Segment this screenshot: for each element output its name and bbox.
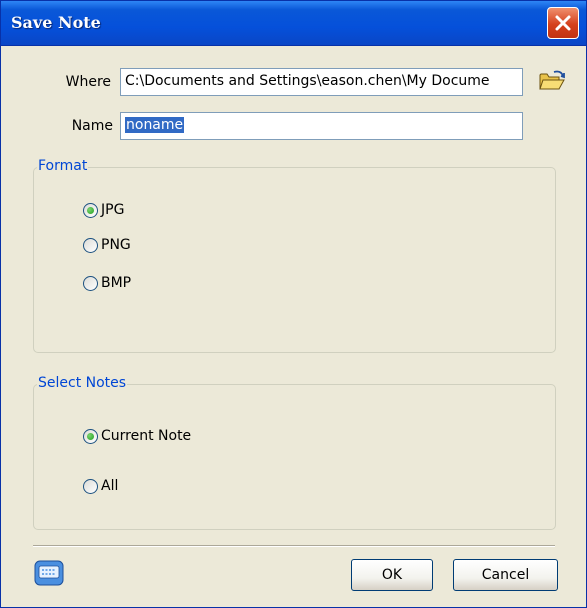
name-field[interactable]: noname (120, 112, 523, 140)
format-group (33, 167, 556, 353)
format-png-radio[interactable]: PNG (83, 237, 131, 253)
radio-circle (83, 202, 98, 218)
name-field-value: noname (125, 117, 185, 133)
radio-circle (83, 478, 98, 494)
all-notes-radio[interactable]: All (83, 478, 118, 494)
select-notes-group-title: Select Notes (37, 375, 128, 391)
all-notes-label: All (101, 478, 119, 494)
format-jpg-radio[interactable]: JPG (83, 202, 124, 218)
title-bar: Save Note (1, 1, 586, 46)
dialog-title: Save Note (11, 13, 101, 32)
name-label: Name (71, 118, 113, 134)
radio-circle (83, 428, 98, 444)
keyboard-icon (34, 560, 64, 586)
ok-button[interactable]: OK (351, 559, 433, 591)
cancel-button[interactable]: Cancel (453, 559, 558, 591)
save-note-dialog: Save Note Where C:\Documents and Setting… (0, 0, 587, 608)
format-png-label: PNG (101, 237, 131, 253)
footer-separator (33, 545, 555, 547)
current-note-radio[interactable]: Current Note (83, 428, 191, 444)
where-label: Where (65, 74, 111, 90)
close-button[interactable] (547, 7, 579, 39)
where-field-value: C:\Documents and Settings\eason.chen\My … (125, 73, 490, 89)
close-icon (555, 15, 571, 31)
current-note-label: Current Note (101, 428, 192, 444)
format-bmp-label: BMP (101, 275, 132, 291)
format-group-title: Format (37, 158, 89, 174)
radio-circle (83, 275, 98, 291)
browse-folder-button[interactable] (537, 68, 567, 94)
radio-selected-dot (87, 432, 94, 440)
format-jpg-label: JPG (101, 202, 125, 218)
keyboard-button[interactable] (34, 560, 64, 586)
open-folder-icon (539, 70, 565, 90)
where-field[interactable]: C:\Documents and Settings\eason.chen\My … (120, 68, 523, 96)
radio-circle (83, 237, 98, 253)
format-bmp-radio[interactable]: BMP (83, 275, 131, 291)
select-notes-group (33, 384, 556, 530)
radio-selected-dot (87, 206, 94, 214)
